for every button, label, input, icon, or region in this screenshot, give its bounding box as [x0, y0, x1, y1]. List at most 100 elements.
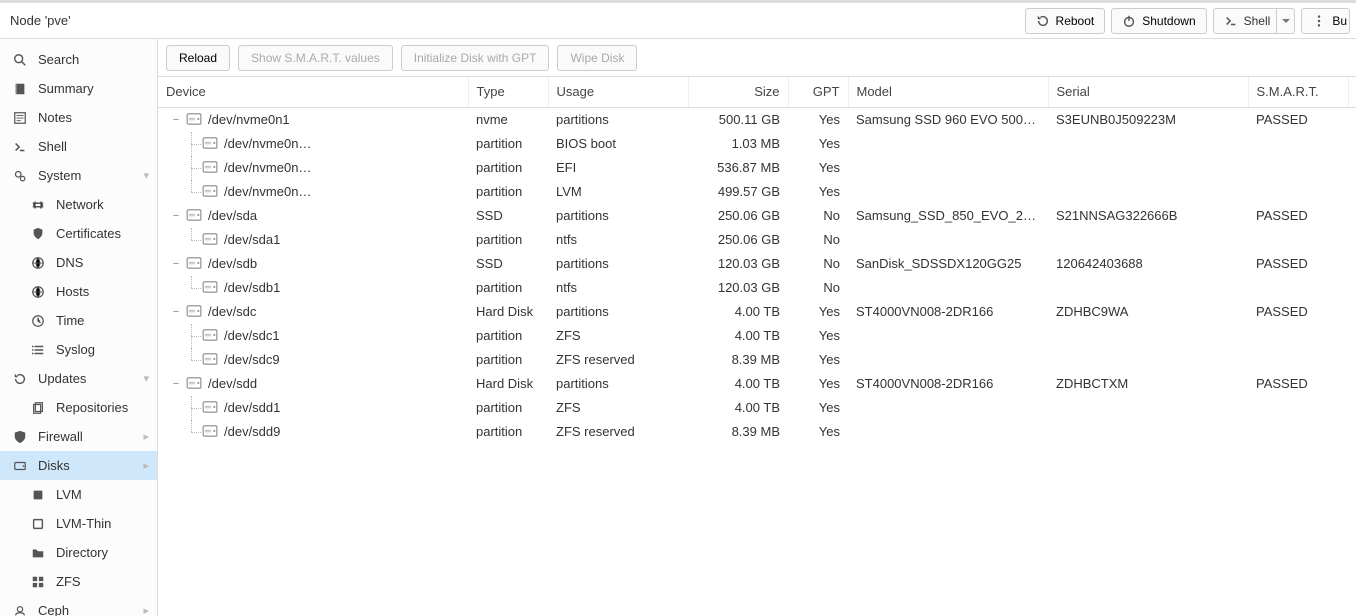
sidebar-item-certs[interactable]: Certificates [0, 219, 157, 248]
sidebar-item-summary[interactable]: Summary [0, 74, 157, 103]
cell-wearout: N/A [1348, 420, 1356, 444]
hdd-icon [186, 305, 202, 319]
sidebar-item-dir[interactable]: Directory [0, 538, 157, 567]
sidebar-item-ceph[interactable]: Ceph▸ [0, 596, 157, 616]
chevron-down-icon [1281, 16, 1291, 26]
cell-serial [1048, 324, 1248, 348]
shutdown-button[interactable]: Shutdown [1111, 8, 1206, 34]
shell-button[interactable]: Shell [1213, 8, 1296, 34]
cell-wearout: N/A [1348, 228, 1356, 252]
cell-serial [1048, 276, 1248, 300]
sidebar-item-dns[interactable]: DNS [0, 248, 157, 277]
sidebar-item-notes[interactable]: Notes [0, 103, 157, 132]
sidebar-item-time[interactable]: Time [0, 306, 157, 335]
table-row[interactable]: −/dev/sdcHard Diskpartitions4.00 TBYesST… [158, 300, 1356, 324]
gears-icon [12, 168, 28, 184]
table-row[interactable]: −/dev/sddHard Diskpartitions4.00 TBYesST… [158, 372, 1356, 396]
cell-size: 4.00 TB [688, 300, 788, 324]
cell-usage: partitions [548, 107, 688, 132]
sidebar-item-label: LVM [56, 487, 82, 502]
sidebar-item-lvm[interactable]: LVM [0, 480, 157, 509]
cell-smart: PASSED [1248, 204, 1348, 228]
wipe-disk-button[interactable]: Wipe Disk [557, 45, 637, 71]
toolbar: Reload Show S.M.A.R.T. values Initialize… [158, 39, 1356, 77]
sidebar-item-system[interactable]: System▾ [0, 161, 157, 190]
cell-usage: partitions [548, 300, 688, 324]
cell-serial [1048, 156, 1248, 180]
chevron-down-icon: ▾ [143, 169, 149, 182]
shell-dropdown[interactable] [1276, 9, 1294, 33]
header-model[interactable]: Model [848, 77, 1048, 107]
table-row[interactable]: /dev/sdd9partitionZFS reserved8.39 MBYes… [158, 420, 1356, 444]
header-smart[interactable]: S.M.A.R.T. [1248, 77, 1348, 107]
reboot-button[interactable]: Reboot [1025, 8, 1106, 34]
sidebar-item-updates[interactable]: Updates▾ [0, 364, 157, 393]
table-row[interactable]: /dev/sdd1partitionZFS4.00 TBYesN/A [158, 396, 1356, 420]
cell-type: partition [468, 180, 548, 204]
tree-toggle[interactable]: − [170, 306, 182, 318]
hdd-icon [202, 161, 218, 175]
sidebar-item-shell[interactable]: Shell [0, 132, 157, 161]
cell-gpt: Yes [788, 156, 848, 180]
table-row[interactable]: /dev/sda1partitionntfs250.06 GBNoN/A [158, 228, 1356, 252]
note-icon [12, 110, 28, 126]
cell-usage: ZFS [548, 396, 688, 420]
sidebar-item-label: Repositories [56, 400, 128, 415]
header-device[interactable]: Device [158, 77, 468, 107]
show-smart-button[interactable]: Show S.M.A.R.T. values [238, 45, 393, 71]
table-row[interactable]: /dev/sdb1partitionntfs120.03 GBNoN/A [158, 276, 1356, 300]
sidebar-item-label: Syslog [56, 342, 95, 357]
cell-gpt: Yes [788, 132, 848, 156]
table-row[interactable]: /dev/nvme0n…partitionLVM499.57 GBYesN/A [158, 180, 1356, 204]
bulk-actions-button[interactable]: Bu [1301, 8, 1350, 34]
cell-smart [1248, 156, 1348, 180]
sidebar-item-zfs[interactable]: ZFS [0, 567, 157, 596]
shell-icon [1224, 14, 1238, 28]
cell-gpt: No [788, 276, 848, 300]
sidebar-item-disks[interactable]: Disks▸ [0, 451, 157, 480]
hdd-icon [202, 329, 218, 343]
header-gpt[interactable]: GPT [788, 77, 848, 107]
cell-model [848, 180, 1048, 204]
table-row[interactable]: /dev/sdc1partitionZFS4.00 TBYesN/A [158, 324, 1356, 348]
header-usage[interactable]: Usage [548, 77, 688, 107]
sidebar-item-search[interactable]: Search [0, 45, 157, 74]
cell-usage: ZFS reserved [548, 420, 688, 444]
cell-gpt: No [788, 252, 848, 276]
table-row[interactable]: /dev/nvme0n…partitionEFI536.87 MBYesN/A [158, 156, 1356, 180]
table-row[interactable]: −/dev/nvme0n1nvmepartitions500.11 GBYesS… [158, 107, 1356, 132]
cell-type: Hard Disk [468, 372, 548, 396]
sidebar-item-label: DNS [56, 255, 83, 270]
cell-size: 4.00 TB [688, 396, 788, 420]
cell-gpt: Yes [788, 107, 848, 132]
header-wearout[interactable]: Wearout [1348, 77, 1356, 107]
cell-serial [1048, 228, 1248, 252]
cell-size: 4.00 TB [688, 324, 788, 348]
header-size[interactable]: Size [688, 77, 788, 107]
table-row[interactable]: −/dev/sdaSSDpartitions250.06 GBNoSamsung… [158, 204, 1356, 228]
header-type[interactable]: Type [468, 77, 548, 107]
sidebar-item-hosts[interactable]: Hosts [0, 277, 157, 306]
sidebar-item-syslog[interactable]: Syslog [0, 335, 157, 364]
tree-toggle[interactable]: − [170, 378, 182, 390]
cell-serial [1048, 396, 1248, 420]
sidebar-item-network[interactable]: Network [0, 190, 157, 219]
sidebar-item-lvmthin[interactable]: LVM-Thin [0, 509, 157, 538]
sidebar-item-repos[interactable]: Repositories [0, 393, 157, 422]
reload-button[interactable]: Reload [166, 45, 230, 71]
sidebar-item-label: ZFS [56, 574, 81, 589]
tree-toggle[interactable]: − [170, 114, 182, 126]
table-row[interactable]: /dev/nvme0n…partitionBIOS boot1.03 MBYes… [158, 132, 1356, 156]
cell-smart [1248, 348, 1348, 372]
tree-toggle[interactable]: − [170, 258, 182, 270]
sidebar-item-firewall[interactable]: Firewall▸ [0, 422, 157, 451]
cell-smart [1248, 228, 1348, 252]
table-row[interactable]: /dev/sdc9partitionZFS reserved8.39 MBYes… [158, 348, 1356, 372]
cert-icon [30, 226, 46, 242]
init-disk-button[interactable]: Initialize Disk with GPT [401, 45, 550, 71]
sidebar-item-label: Updates [38, 371, 86, 386]
book-icon [12, 81, 28, 97]
table-row[interactable]: −/dev/sdbSSDpartitions120.03 GBNoSanDisk… [158, 252, 1356, 276]
header-serial[interactable]: Serial [1048, 77, 1248, 107]
tree-toggle[interactable]: − [170, 210, 182, 222]
